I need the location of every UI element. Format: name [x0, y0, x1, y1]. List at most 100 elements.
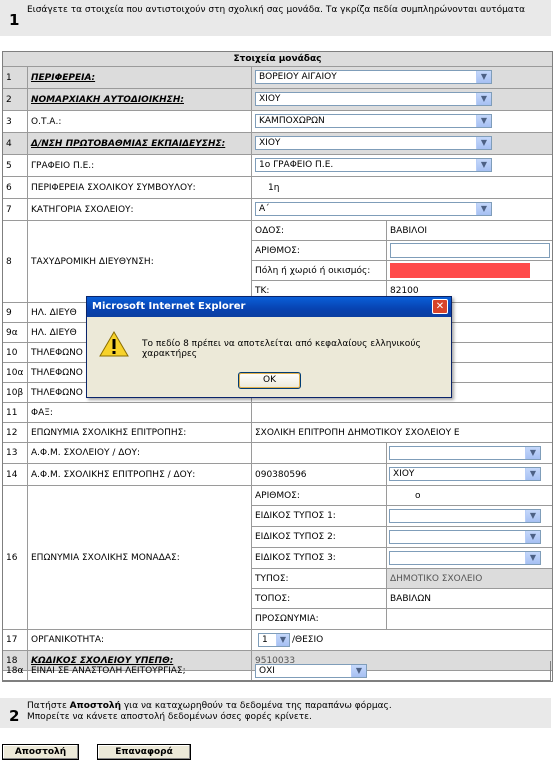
committee-afm-input[interactable]: 090380596 [252, 464, 387, 485]
school-afm-input[interactable] [252, 443, 387, 463]
row-value-cell: 1ο ΓΡΑΦΕΙΟ Π.Ε. ▼ [252, 155, 552, 176]
dialog-message: Το πεδίο 8 πρέπει να αποτελείται από κεφ… [142, 339, 421, 359]
row-number: 9 [3, 303, 28, 322]
row-value-cell: ▼ [387, 443, 552, 463]
row-organicity: 17 ΟΡΓΑΝΙΚΟΤΗΤΑ: 1 ▼ /ΘΕΣΙΟ [3, 630, 552, 651]
row-number: 18α [3, 661, 28, 680]
committee-name-input[interactable]: ΣΧΟΛΙΚΗ ΕΠΙΤΡΟΠΗ ΔΗΜΟΤΙΚΟΥ ΣΧΟΛΕΙΟΥ Ε [252, 423, 552, 442]
row-number: 7 [3, 199, 28, 220]
sub-value-cell [387, 261, 552, 280]
sub-label: ΤΟΠΟΣ: [252, 589, 387, 608]
close-icon[interactable]: ✕ [432, 299, 448, 314]
row-committee-name: 12 ΕΠΩΝΥΜΙΑ ΣΧΟΛΙΚΗΣ ΕΠΙΤΡΟΠΗΣ: ΣΧΟΛΙΚΗ … [3, 423, 552, 443]
row-number: 3 [3, 111, 28, 132]
row-label: ΠΕΡΙΦΕΡΕΙΑ: [28, 67, 252, 88]
dialog-title: Microsoft Internet Explorer [92, 301, 246, 312]
sub-row-school-number: ΑΡΙΘΜΟΣ: ο [252, 486, 552, 506]
ota-select[interactable]: ΚΑΜΠΟΧΩΡΩΝ ▼ [255, 114, 492, 128]
committee-doy-select[interactable]: ΧΙΟΥ ▼ [389, 467, 541, 481]
row-pe-office: 5 ΓΡΑΦΕΙΟ Π.Ε.: 1ο ΓΡΑΦΕΙΟ Π.Ε. ▼ [3, 155, 552, 177]
chevron-down-icon: ▼ [525, 468, 540, 480]
sub-row-special-type-2: ΕΙΔΙΚΟΣ ΤΥΠΟΣ 2: ▼ [252, 527, 552, 548]
sub-value-cell: ▼ [387, 548, 552, 568]
sub-label: ΑΡΙΘΜΟΣ: [252, 241, 387, 260]
step1-panel: 1 Εισάγετε τα στοιχεία που αντιστοιχούν … [0, 0, 551, 36]
suspension-select[interactable]: ΟΧΙ ▼ [255, 664, 367, 678]
sub-row-special-type-1: ΕΙΔΙΚΟΣ ΤΥΠΟΣ 1: ▼ [252, 506, 552, 527]
school-place-value[interactable]: ΒΑΒΙΛΩΝ [387, 589, 552, 608]
step2-line2: Μπορείτε να κάνετε αποστολή δεδομένων όσ… [27, 712, 312, 722]
school-nickname-value[interactable] [387, 609, 552, 629]
row-label: ΕΠΩΝΥΜΙΑ ΣΧΟΛΙΚΗΣ ΕΠΙΤΡΟΠΗΣ: [28, 423, 252, 442]
ok-button[interactable]: OK [238, 372, 301, 389]
school-number-value[interactable]: ο [387, 486, 552, 505]
row-number: 17 [3, 630, 28, 650]
sub-label: ΤΥΠΟΣ: [252, 569, 387, 588]
row-fax: 11 ΦΑΞ: [3, 403, 552, 423]
special-type-1-select[interactable]: ▼ [389, 509, 541, 523]
row-label: Δ/ΝΣΗ ΠΡΩΤΟΒΑΘΜΙΑΣ ΕΚΠΑΙΔΕΥΣΗΣ: [28, 133, 252, 154]
ota-select-value: ΚΑΜΠΟΧΩΡΩΝ [259, 116, 325, 126]
sub-row-type: ΤΥΠΟΣ: ΔΗΜΟΤΙΚΟ ΣΧΟΛΕΙΟ [252, 569, 552, 589]
chevron-down-icon: ▼ [525, 510, 540, 522]
prefecture-select[interactable]: ΧΙΟΥ ▼ [255, 92, 492, 106]
special-type-3-select[interactable]: ▼ [389, 551, 541, 565]
row-primary-directorate: 4 Δ/ΝΣΗ ΠΡΩΤΟΒΑΘΜΙΑΣ ΕΚΠΑΙΔΕΥΣΗΣ: ΧΙΟΥ ▼ [3, 133, 552, 155]
row-value-cell: ΟΧΙ ▼ [252, 661, 552, 680]
dialog-title-bar: Microsoft Internet Explorer ✕ [87, 297, 451, 317]
submit-button[interactable]: Αποστολή [2, 744, 79, 760]
sub-label: ΠΡΟΣΩΝΥΜΙΑ: [252, 609, 387, 629]
school-doy-select[interactable]: ▼ [389, 446, 541, 460]
sub-value-cell: ▼ [387, 506, 552, 526]
chevron-down-icon: ▼ [351, 665, 366, 677]
row-school-category: 7 ΚΑΤΗΓΟΡΙΑ ΣΧΟΛΕΙΟΥ: Α΄ ▼ [3, 199, 552, 221]
row-number: 13 [3, 443, 28, 463]
organicity-suffix: /ΘΕΣΙΟ [292, 635, 324, 645]
row-label: Α.Φ.Μ. ΣΧΟΛΕΙΟΥ / ΔΟΥ: [28, 443, 252, 463]
pe-office-select[interactable]: 1ο ΓΡΑΦΕΙΟ Π.Ε. ▼ [255, 158, 492, 172]
row-number: 11 [3, 403, 28, 422]
row-label: Ο.Τ.Α.: [28, 111, 252, 132]
warning-icon [99, 331, 129, 357]
row-school-name: 16 ΕΠΩΝΥΜΙΑ ΣΧΟΛΙΚΗΣ ΜΟΝΑΔΑΣ: ΑΡΙΘΜΟΣ: ο… [3, 486, 552, 630]
row-number: 2 [3, 89, 28, 110]
chevron-down-icon: ▼ [476, 137, 491, 149]
row-number: 16 [3, 486, 28, 629]
city-input-error[interactable] [390, 263, 530, 278]
chevron-down-icon: ▼ [525, 531, 540, 543]
row-number: 6 [3, 177, 28, 198]
directorate-select[interactable]: ΧΙΟΥ ▼ [255, 136, 492, 150]
pe-office-select-value: 1ο ΓΡΑΦΕΙΟ Π.Ε. [259, 160, 334, 170]
street-value[interactable]: ΒΑΒΙΛΟΙ [387, 221, 552, 240]
sub-value-cell [387, 241, 552, 260]
row-label: ΦΑΞ: [28, 403, 252, 422]
prefecture-select-value: ΧΙΟΥ [259, 94, 281, 104]
row-value-cell: Α΄ ▼ [252, 199, 552, 220]
organicity-select[interactable]: 1 ▼ [258, 633, 290, 647]
step2-line1-post: για να καταχωρηθούν τα δεδομένα της παρα… [120, 701, 392, 711]
row-label: ΚΑΤΗΓΟΡΙΑ ΣΧΟΛΕΙΟΥ: [28, 199, 252, 220]
sub-row-street: ΟΔΟΣ: ΒΑΒΙΛΟΙ [252, 221, 552, 241]
sub-label: ΟΔΟΣ: [252, 221, 387, 240]
region-select[interactable]: ΒΟΡΕΙΟΥ ΑΙΓΑΙΟΥ ▼ [255, 70, 492, 84]
row-school-afm: 13 Α.Φ.Μ. ΣΧΟΛΕΙΟΥ / ΔΟΥ: ▼ [3, 443, 552, 464]
step2-line1-bold: Αποστολή [69, 701, 121, 711]
school-category-select[interactable]: Α΄ ▼ [255, 202, 492, 216]
step1-number: 1 [9, 11, 20, 29]
organicity-value: 1 [262, 635, 268, 645]
row-label: ΠΕΡΙΦΕΡΕΙΑ ΣΧΟΛΙΚΟΥ ΣΥΜΒΟΥΛΟΥ: [28, 177, 252, 198]
reset-button[interactable]: Επαναφορά [97, 744, 191, 760]
row-prefecture: 2 ΝΟΜΑΡΧΙΑΚΗ ΑΥΤΟΔΙΟΙΚΗΣΗ: ΧΙΟΥ ▼ [3, 89, 552, 111]
special-type-2-select[interactable]: ▼ [389, 530, 541, 544]
chevron-down-icon: ▼ [476, 71, 491, 83]
sub-label: ΕΙΔΙΚΟΣ ΤΥΠΟΣ 1: [252, 506, 387, 526]
chevron-down-icon: ▼ [525, 447, 540, 459]
step1-instructions: Εισάγετε τα στοιχεία που αντιστοιχούν στ… [27, 5, 526, 15]
region-select-value: ΒΟΡΕΙΟΥ ΑΙΓΑΙΟΥ [259, 72, 337, 82]
row-number: 9α [3, 323, 28, 342]
chevron-down-icon: ▼ [476, 115, 491, 127]
address-number-input[interactable] [390, 243, 550, 258]
sub-row-nickname: ΠΡΟΣΩΝΥΜΙΑ: [252, 609, 552, 629]
step2-line1-pre: Πατήστε [27, 701, 70, 711]
fax-input[interactable] [252, 403, 552, 422]
